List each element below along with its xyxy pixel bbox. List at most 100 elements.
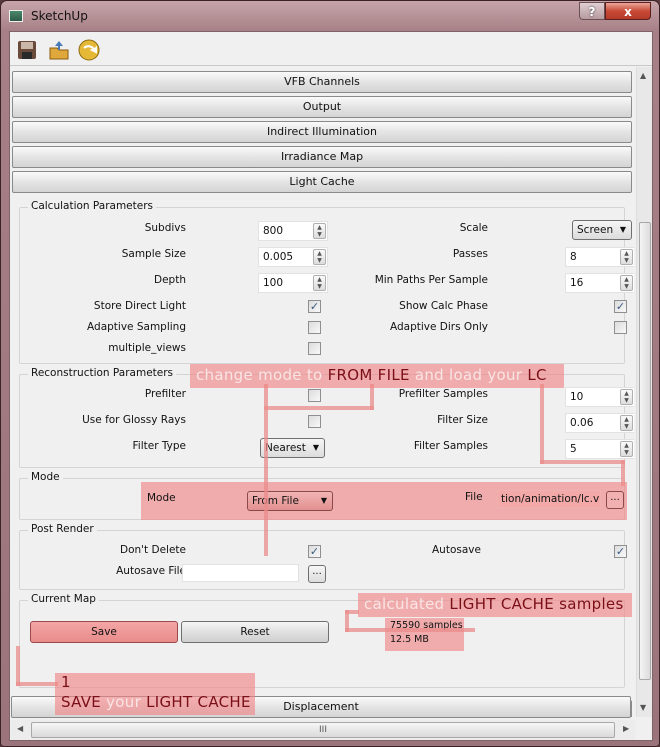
open-folder-icon[interactable] (48, 39, 70, 61)
sample-size-value: 0.005 (263, 251, 294, 263)
reload-icon[interactable] (78, 39, 100, 61)
spinner-arrows[interactable]: ▲ ▼ (620, 389, 633, 405)
group-title: Mode (28, 471, 63, 483)
show-calc-phase-checkbox[interactable]: ✓ (614, 300, 627, 313)
annotation-connector (540, 460, 625, 464)
chevron-down-icon: ▼ (312, 443, 319, 452)
spinner-arrows[interactable]: ▲ ▼ (620, 249, 633, 265)
window-title: SketchUp (31, 9, 88, 23)
subdivs-spinner[interactable]: 800 ▲ ▼ (258, 221, 328, 241)
prefilter-samples-label: Prefilter Samples (398, 388, 488, 400)
filter-samples-value: 5 (570, 443, 577, 455)
spinner-arrows[interactable]: ▲ ▼ (313, 275, 326, 291)
min-paths-spinner[interactable]: 16 ▲ ▼ (565, 273, 634, 293)
rollout-indirect-illumination[interactable]: Indirect Illumination (12, 121, 632, 143)
filter-type-dropdown[interactable]: Nearest ▼ (260, 438, 325, 458)
multiple-views-checkbox[interactable] (308, 342, 321, 355)
filter-size-spinner[interactable]: 0.06 ▲ ▼ (565, 413, 634, 433)
prefilter-label: Prefilter (144, 388, 186, 400)
scale-label: Scale (459, 222, 488, 234)
scroll-right-icon[interactable]: ▶ (623, 724, 629, 733)
spinner-arrows[interactable]: ▲ ▼ (620, 415, 633, 431)
annotation-connector (16, 646, 20, 686)
reconstruction-parameters-group: Reconstruction Parameters Prefilter Use … (19, 367, 634, 468)
store-direct-light-checkbox[interactable]: ✓ (308, 300, 321, 313)
group-title: Post Render (28, 523, 97, 535)
prefilter-samples-spinner[interactable]: 10 ▲ ▼ (565, 387, 634, 407)
app-icon (9, 10, 23, 22)
scroll-up-icon[interactable]: ▲ (640, 71, 646, 80)
file-label: File (465, 491, 483, 503)
reset-button[interactable]: Reset (181, 621, 329, 643)
close-button[interactable]: x (605, 2, 651, 20)
filter-type-label: Filter Type (132, 440, 186, 452)
adaptive-dirs-only-label: Adaptive Dirs Only (390, 321, 488, 333)
save-annotation-text: SAVE your LIGHT CACHE (61, 693, 251, 711)
save-icon[interactable] (16, 39, 38, 61)
toolbar (10, 32, 652, 66)
scroll-down-icon[interactable]: ▼ (640, 703, 646, 712)
group-title: Calculation Parameters (28, 200, 157, 212)
mode-dropdown[interactable]: From File ▼ (247, 491, 333, 511)
help-button[interactable]: ? (579, 2, 605, 20)
title-bar: SketchUp ? x (1, 1, 659, 33)
rollout-output[interactable]: Output (12, 96, 632, 118)
prefilter-samples-value: 10 (570, 391, 584, 403)
min-paths-label: Min Paths Per Sample (374, 274, 488, 286)
annotation-connector (345, 628, 475, 632)
filter-samples-spinner[interactable]: 5 ▲ ▼ (565, 439, 634, 459)
vertical-scroll-thumb[interactable] (639, 222, 651, 680)
scale-dropdown[interactable]: Screen ▼ (572, 220, 632, 240)
autosave-file-label: Autosave File (116, 565, 186, 577)
rollout-vfb-channels[interactable]: VFB Channels (12, 71, 632, 93)
autosave-file-input[interactable] (182, 564, 299, 582)
save-button[interactable]: Save (30, 621, 178, 643)
annotation-connector (540, 384, 544, 464)
depth-spinner[interactable]: 100 ▲ ▼ (258, 273, 328, 293)
depth-label: Depth (154, 274, 186, 286)
autosave-checkbox[interactable]: ✓ (614, 545, 627, 558)
subdivs-value: 800 (263, 225, 284, 237)
horizontal-scroll-thumb[interactable]: III (31, 722, 615, 738)
file-path-input[interactable]: tion/animation/lc.vrlmap (497, 490, 601, 508)
sample-size-spinner[interactable]: 0.005 ▲ ▼ (258, 247, 328, 267)
glossy-rays-label: Use for Glossy Rays (82, 414, 186, 426)
spinner-arrows[interactable]: ▲ ▼ (620, 441, 633, 457)
vertical-scrollbar[interactable]: ▲ ▼ (636, 67, 652, 717)
passes-spinner[interactable]: 8 ▲ ▼ (565, 247, 634, 267)
window: SketchUp ? x VFB Channels Output Indirec… (0, 0, 660, 747)
map-size: 12.5 MB (390, 634, 429, 645)
filter-size-label: Filter Size (437, 414, 488, 426)
scale-value: Screen (577, 224, 614, 236)
rollout-irradiance-map[interactable]: Irradiance Map (12, 146, 632, 168)
horizontal-scrollbar[interactable]: ◀ III ▶ (11, 720, 635, 740)
scroll-left-icon[interactable]: ◀ (17, 724, 23, 733)
mode-label: Mode (147, 492, 176, 504)
filter-samples-label: Filter Samples (413, 440, 488, 452)
chevron-down-icon: ▼ (320, 496, 327, 505)
save-annotation-step: 1 (61, 673, 71, 691)
samples-annotation-text: calculated LIGHT CACHE samples (364, 595, 624, 613)
prefilter-checkbox[interactable] (308, 389, 321, 402)
filter-type-value: Nearest (265, 442, 306, 454)
rollout-light-cache[interactable]: Light Cache (12, 171, 632, 193)
glossy-rays-checkbox[interactable] (308, 415, 321, 428)
spinner-arrows[interactable]: ▲ ▼ (313, 249, 326, 265)
calculation-parameters-group: Calculation Parameters Subdivs 800 ▲ ▼ Sam… (19, 200, 634, 364)
passes-value: 8 (570, 251, 577, 263)
spinner-arrows[interactable]: ▲ ▼ (313, 223, 326, 239)
chevron-down-icon: ▼ (619, 225, 626, 234)
spinner-arrows[interactable]: ▲ ▼ (620, 275, 633, 291)
annotation-connector (264, 406, 374, 410)
adaptive-sampling-checkbox[interactable] (308, 321, 321, 334)
file-browse-button[interactable]: ... (606, 491, 624, 509)
filter-size-value: 0.06 (570, 417, 594, 429)
multiple-views-label: multiple_views (108, 342, 186, 354)
group-title: Current Map (28, 593, 99, 605)
dont-delete-checkbox[interactable]: ✓ (308, 545, 321, 558)
autosave-browse-button[interactable]: ... (308, 565, 326, 583)
adaptive-dirs-only-checkbox[interactable] (614, 321, 627, 334)
annotation-connector (16, 682, 58, 686)
mode-annotation-text: change mode to FROM FILE and load your L… (196, 366, 547, 384)
show-calc-phase-label: Show Calc Phase (399, 300, 488, 312)
